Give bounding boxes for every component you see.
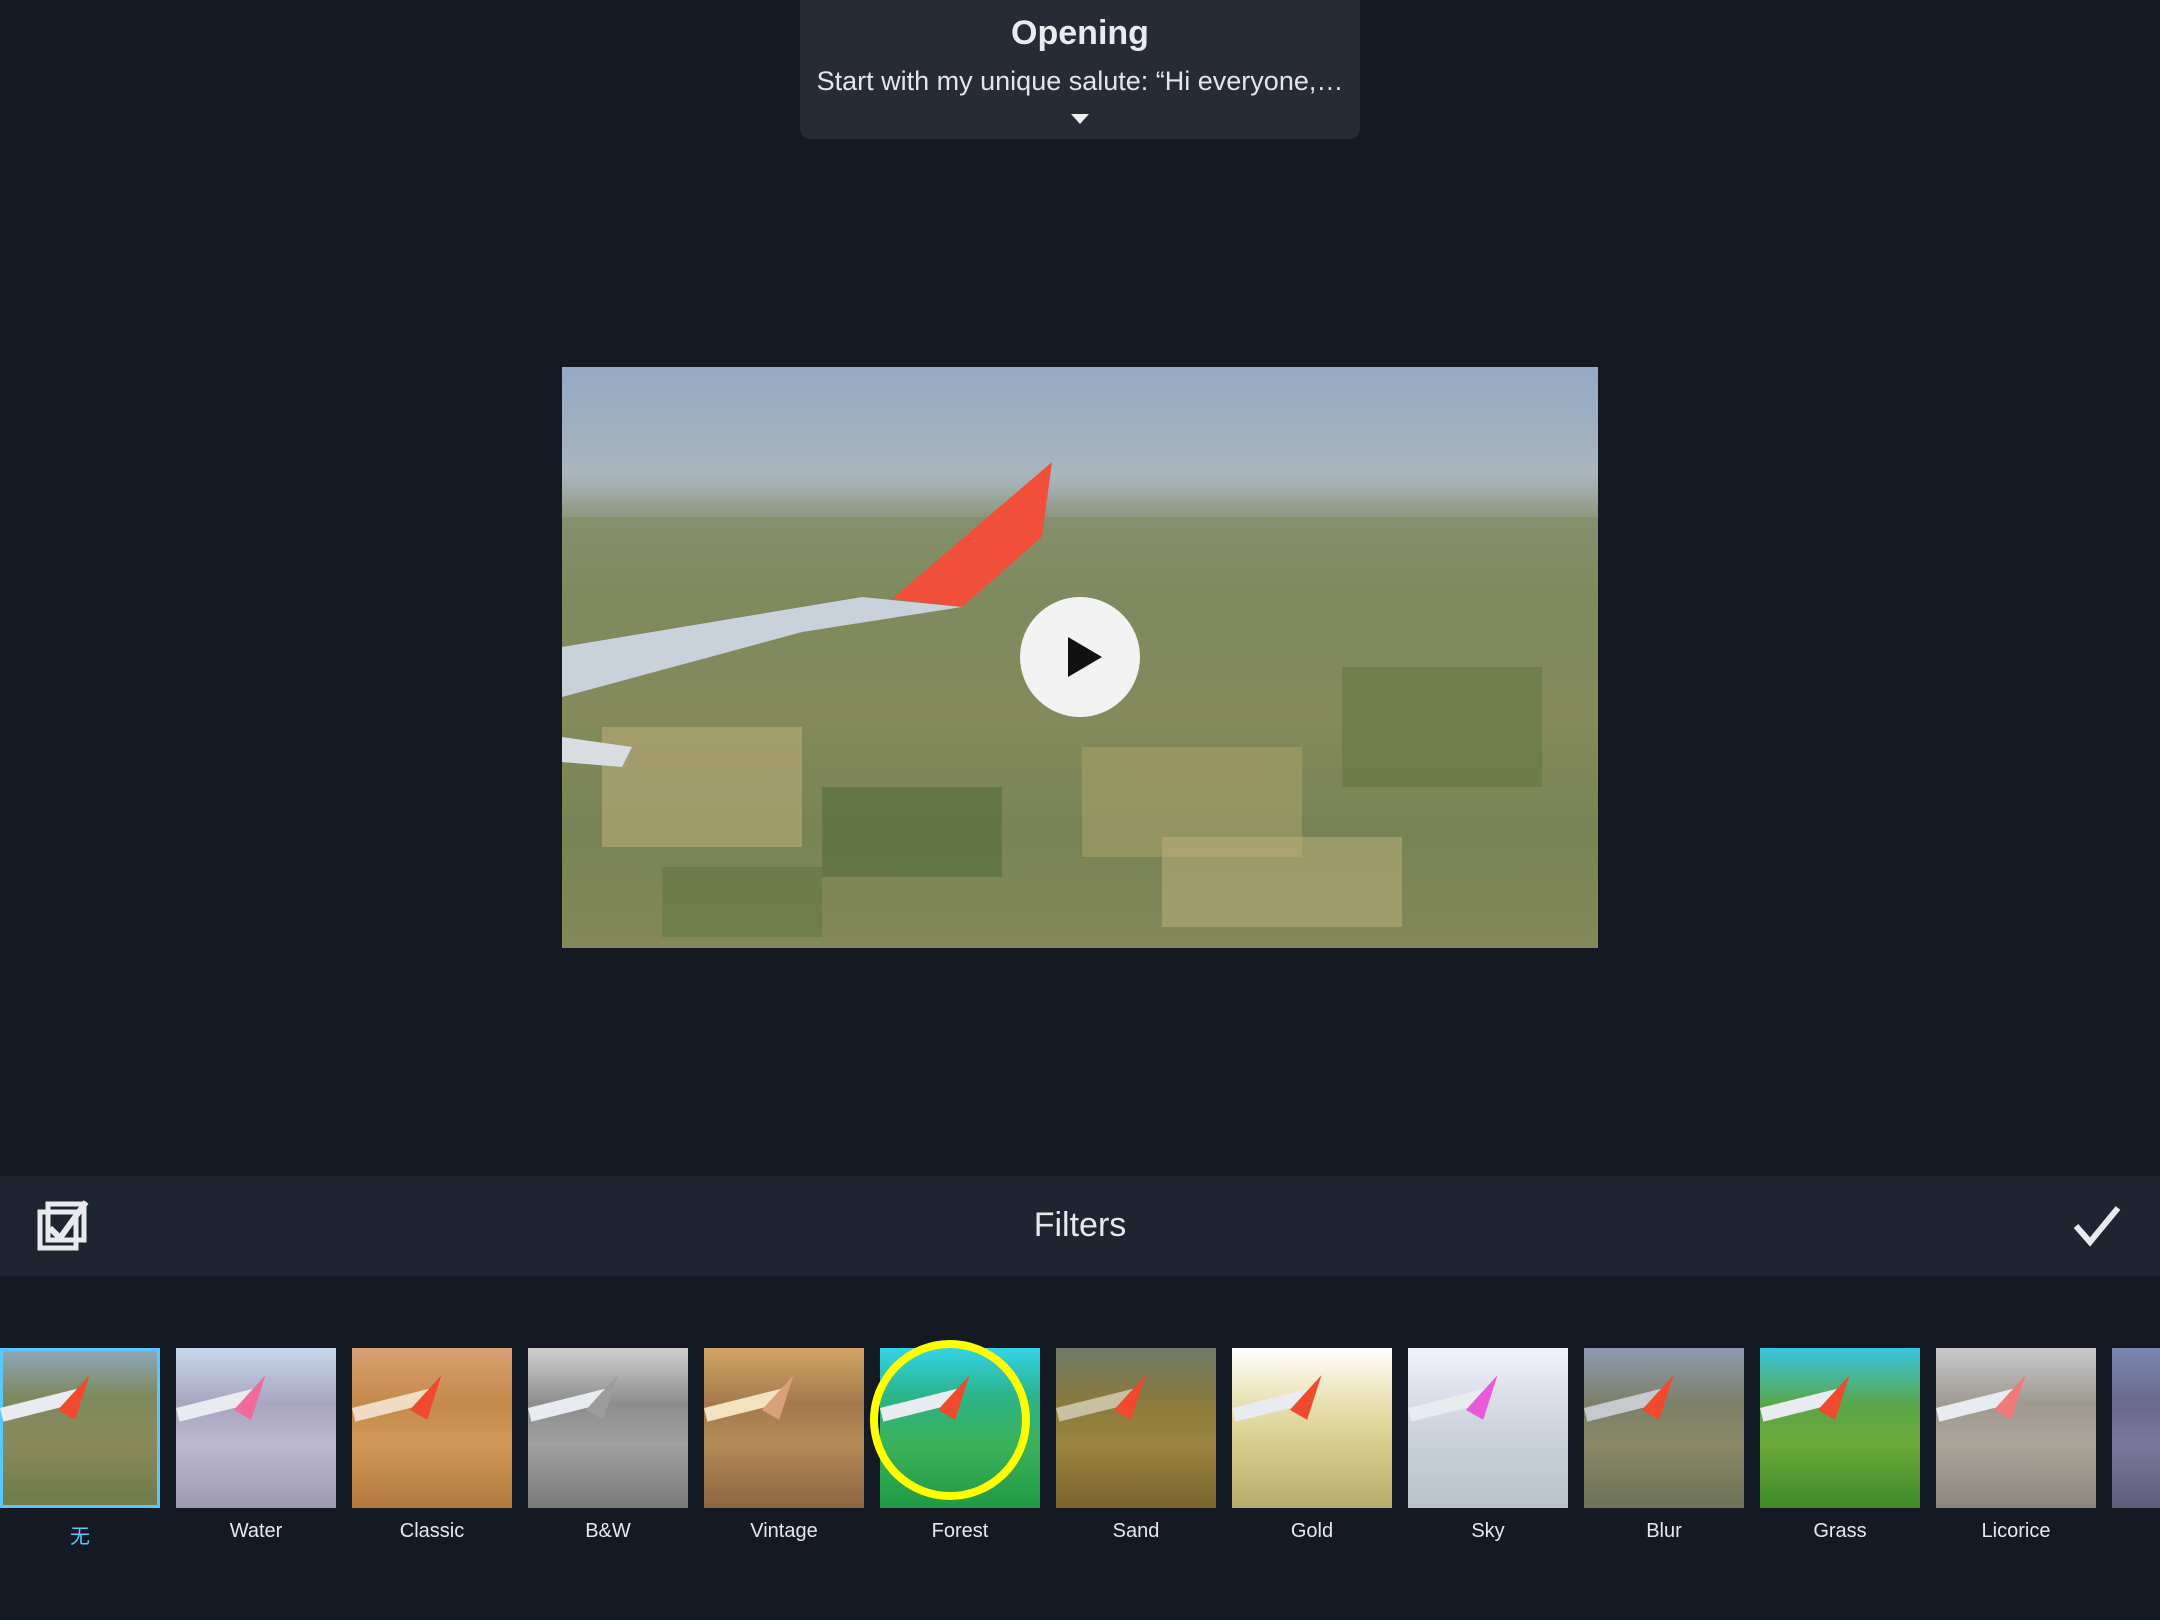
filter-item-water[interactable]: Water [176, 1348, 336, 1543]
checkmark-icon[interactable] [2072, 1204, 2122, 1248]
filter-item-grass[interactable]: Grass [1760, 1348, 1920, 1543]
filter-item-sand[interactable]: Sand [1056, 1348, 1216, 1543]
filter-label: Water [229, 1520, 283, 1542]
filter-thumbnails: 无 Water Classic B&W Vintage Forest Sand … [0, 1348, 2160, 1548]
filter-thumbnail [352, 1348, 512, 1508]
filter-item-vintage[interactable]: Vintage [704, 1348, 864, 1543]
filter-label: Forest [931, 1520, 989, 1542]
filter-label: Sand [1112, 1520, 1160, 1542]
caret-down-icon[interactable] [1071, 114, 1089, 124]
filter-item-classic[interactable]: Classic [352, 1348, 512, 1543]
opening-subtitle: Start with my unique salute: “Hi everyon… [816, 66, 1344, 96]
filter-thumbnail [1760, 1348, 1920, 1508]
play-icon [1068, 637, 1102, 677]
filter-label: Classic [399, 1520, 465, 1542]
filter-item-bw[interactable]: B&W [528, 1348, 688, 1543]
filter-thumbnail [1936, 1348, 2096, 1508]
filter-thumbnail [2112, 1348, 2160, 1508]
play-button[interactable] [1020, 597, 1140, 717]
filter-label: Vintage [750, 1520, 818, 1542]
filter-item-blur[interactable]: Blur [1584, 1348, 1744, 1543]
filter-thumbnail [0, 1348, 160, 1508]
filter-thumbnail [1056, 1348, 1216, 1508]
filter-thumbnail [1408, 1348, 1568, 1508]
filter-item-sky[interactable]: Sky [1408, 1348, 1568, 1543]
filter-item-gold[interactable]: Gold [1232, 1348, 1392, 1543]
opening-title: Opening [1011, 14, 1149, 52]
filters-toolbar: Filters [0, 1176, 2160, 1276]
filters-title: Filters [1033, 1206, 1127, 1244]
video-preview[interactable] [562, 367, 1598, 948]
opening-dropdown[interactable]: Opening Start with my unique salute: “Hi… [800, 0, 1360, 139]
filter-thumbnail [176, 1348, 336, 1508]
filter-label: 无 [70, 1526, 90, 1548]
filter-thumbnail [1232, 1348, 1392, 1508]
filter-thumbnail [704, 1348, 864, 1508]
filter-label: Blur [1646, 1520, 1682, 1542]
filter-thumbnail [528, 1348, 688, 1508]
filter-thumbnail [1584, 1348, 1744, 1508]
filter-label: B&W [585, 1520, 631, 1542]
filter-label: Gold [1290, 1520, 1334, 1542]
filter-item-none[interactable]: 无 [0, 1348, 160, 1549]
filter-item-licorice[interactable]: Licorice [1936, 1348, 2096, 1543]
filter-label: Sky [1471, 1520, 1505, 1542]
filter-item-partial[interactable] [2112, 1348, 2160, 1520]
highlight-circle [870, 1340, 1030, 1500]
filter-label: Grass [1813, 1520, 1867, 1542]
filter-label: Licorice [1981, 1520, 2051, 1542]
